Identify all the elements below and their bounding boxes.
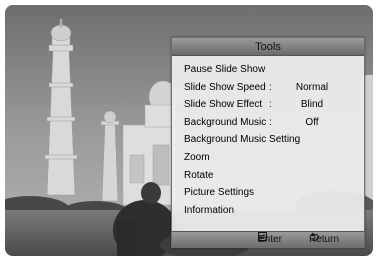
- tools-menu-title-bar: Tools: [172, 38, 364, 56]
- menu-item-zoom[interactable]: Zoom: [172, 149, 364, 167]
- return-hint[interactable]: Return: [309, 232, 339, 247]
- tools-menu-footer: Enter Return: [172, 231, 364, 247]
- menu-item-rotate[interactable]: Rotate: [172, 167, 364, 185]
- menu-item-information[interactable]: Information: [172, 202, 364, 220]
- menu-item-separator: :: [269, 99, 272, 111]
- tools-menu: Tools Pause Slide Show Slide Show Speed …: [171, 37, 365, 248]
- menu-item-slide-show-effect[interactable]: Slide Show Effect : Blind: [172, 96, 364, 114]
- menu-item-picture-settings[interactable]: Picture Settings: [172, 184, 364, 202]
- menu-item-label: Zoom: [184, 151, 210, 163]
- menu-item-pause-slide-show[interactable]: Pause Slide Show: [172, 61, 364, 79]
- menu-item-label: Pause Slide Show: [184, 64, 266, 75]
- menu-item-separator: :: [269, 116, 272, 128]
- tools-menu-list: Pause Slide Show Slide Show Speed : Norm…: [172, 61, 364, 219]
- menu-item-separator: :: [269, 81, 272, 93]
- menu-item-label: Picture Settings: [184, 187, 255, 199]
- menu-item-value: Normal: [295, 81, 329, 93]
- menu-item-label: Background Music Setting: [184, 134, 301, 146]
- menu-item-slide-show-speed[interactable]: Slide Show Speed : Normal: [172, 79, 364, 97]
- tools-menu-title: Tools: [255, 41, 281, 53]
- menu-item-value: Blind: [300, 99, 324, 111]
- menu-item-background-music[interactable]: Background Music : Off: [172, 114, 364, 132]
- enter-hint[interactable]: Enter: [258, 232, 282, 247]
- menu-item-background-music-setting[interactable]: Background Music Setting: [172, 131, 364, 149]
- tv-screen: Tools Pause Slide Show Slide Show Speed …: [5, 5, 373, 256]
- menu-item-label: Slide Show Effect: [184, 99, 263, 111]
- menu-item-label: Background Music: [184, 116, 267, 128]
- menu-item-value: Off: [305, 116, 319, 128]
- return-icon: [310, 232, 319, 241]
- enter-icon: [258, 232, 267, 241]
- menu-item-label: Slide Show Speed: [184, 81, 266, 93]
- menu-item-label: Information: [184, 204, 235, 216]
- minaret-center: [100, 110, 120, 202]
- menu-item-label: Rotate: [184, 169, 214, 181]
